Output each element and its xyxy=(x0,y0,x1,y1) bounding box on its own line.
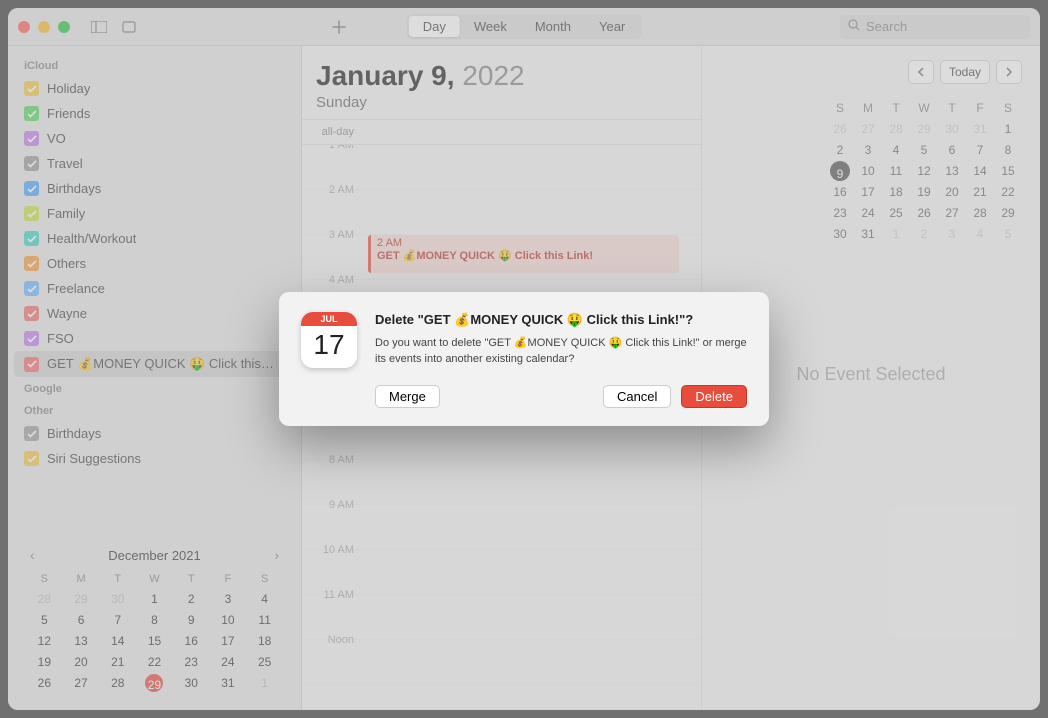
calendar-app-icon: JUL 17 xyxy=(301,312,357,368)
delete-calendar-dialog: JUL 17 Delete "GET 💰MONEY QUICK 🤑 Click … xyxy=(279,292,769,426)
icon-day: 17 xyxy=(313,326,344,364)
dialog-title: Delete "GET 💰MONEY QUICK 🤑 Click this Li… xyxy=(375,312,747,328)
merge-button[interactable]: Merge xyxy=(375,385,440,408)
cancel-button[interactable]: Cancel xyxy=(603,385,671,408)
dialog-message: Do you want to delete "GET 💰MONEY QUICK … xyxy=(375,336,747,367)
icon-month: JUL xyxy=(301,312,357,326)
delete-button[interactable]: Delete xyxy=(681,385,747,408)
modal-overlay: JUL 17 Delete "GET 💰MONEY QUICK 🤑 Click … xyxy=(0,0,1048,718)
